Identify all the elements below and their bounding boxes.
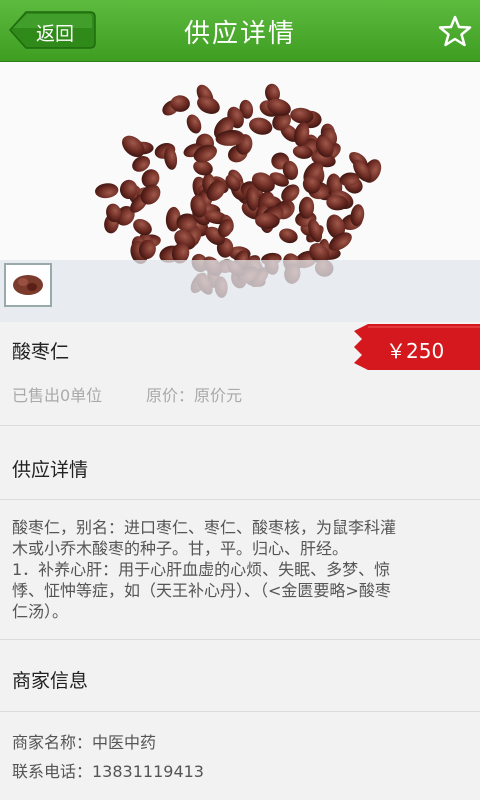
divider — [0, 425, 480, 426]
description-line: 仁汤）。 — [12, 602, 69, 621]
supply-section-title: 供应详情 — [12, 459, 89, 481]
star-icon[interactable] — [438, 14, 472, 48]
description-line: 木或小乔木酸枣的种子。甘，平。归心、肝经。 — [12, 539, 349, 558]
description-line: 酸枣仁，别名：进口枣仁、枣仁、酸枣核，为鼠李科灌 — [12, 518, 397, 537]
product-image-area — [0, 62, 480, 322]
page-title: 供应详情 — [183, 19, 296, 49]
price-label: ￥250 — [386, 339, 445, 363]
merchant-phone[interactable]: 联系电话：13831119413 — [12, 758, 204, 782]
original-price: 原价：原价元 — [146, 386, 243, 405]
seed — [249, 117, 273, 135]
seed — [279, 228, 298, 244]
merchant-section-title: 商家信息 — [12, 670, 89, 692]
thumbnail-image — [13, 275, 43, 295]
seed — [95, 183, 119, 199]
description-line: 悸、怔忡等症，如（天王补心丹）、（<金匮要略>酸枣 — [12, 581, 391, 600]
price-tag: ￥250 — [354, 324, 480, 370]
divider — [0, 711, 480, 712]
product-name: 酸枣仁 — [12, 341, 70, 363]
seed — [186, 114, 202, 134]
app-header: 返回 供应详情 — [0, 0, 480, 62]
thumbnail-strip — [0, 260, 480, 322]
merchant-name: 商家名称：中医中药 — [12, 733, 157, 752]
supply-description: 酸枣仁，别名：进口枣仁、枣仁、酸枣核，为鼠李科灌 木或小乔木酸枣的种子。甘，平。… — [12, 517, 468, 622]
description-line: 1．补养心肝：用于心肝血虚的心烦、失眠、多梦、惊 — [12, 560, 391, 579]
divider — [0, 639, 480, 640]
sold-count: 已售出0单位 — [12, 386, 103, 405]
product-thumbnail[interactable] — [4, 263, 52, 307]
divider — [0, 499, 480, 500]
